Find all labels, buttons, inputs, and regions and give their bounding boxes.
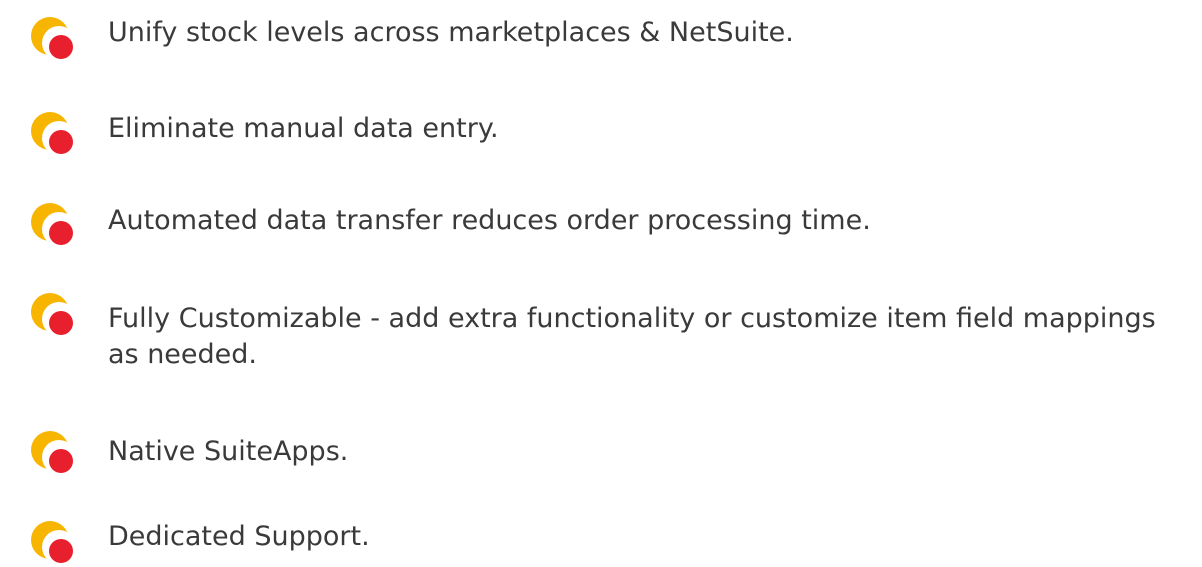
crescent-dot-bullet-icon — [28, 200, 76, 248]
feature-text: Eliminate manual data entry. — [108, 113, 499, 144]
crescent-dot-bullet-icon — [28, 428, 76, 476]
crescent-dot-bullet-icon — [28, 518, 76, 566]
feature-text: Dedicated Support. — [108, 521, 370, 552]
feature-text: Automated data transfer reduces order pr… — [108, 205, 871, 236]
crescent-dot-bullet-icon — [28, 14, 76, 62]
feature-list: Unify stock levels across marketplaces &… — [0, 0, 1202, 567]
feature-text: Unify stock levels across marketplaces &… — [108, 17, 794, 48]
crescent-dot-bullet-icon — [28, 109, 76, 157]
feature-text: Native SuiteApps. — [108, 436, 349, 467]
crescent-dot-bullet-icon — [28, 290, 76, 338]
feature-text: Fully Customizable - add extra functiona… — [108, 303, 1156, 370]
